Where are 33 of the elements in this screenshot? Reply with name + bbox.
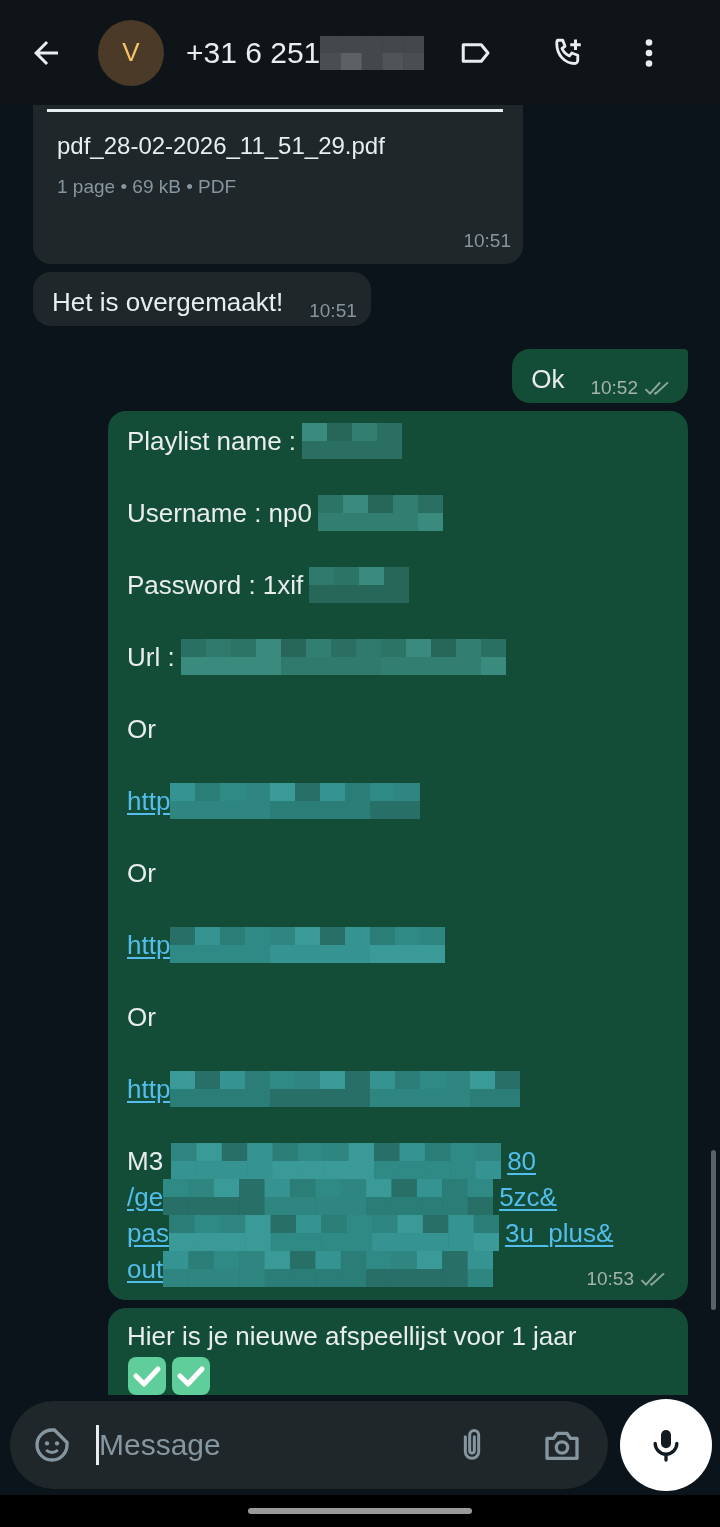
message-text: Url : <box>127 641 175 674</box>
message-text: Ok <box>531 363 565 396</box>
message-time: 10:51 <box>463 230 511 252</box>
check-mark-icon <box>171 1356 211 1395</box>
message-text: Or <box>127 1001 156 1034</box>
message-text: Hier is je nieuwe afspeellijst voor 1 jaar <box>127 1320 578 1353</box>
message-text: M3 <box>127 1145 164 1178</box>
message-text: Password : 1xif <box>127 569 304 602</box>
sticker-icon[interactable] <box>32 1425 72 1465</box>
message-text: Het is overgemaakt! <box>52 286 284 319</box>
message-text: Playlist name : <box>127 425 297 458</box>
message-text: Or <box>127 713 156 746</box>
contact-avatar[interactable]: V <box>98 19 164 86</box>
message-time: 10:53 <box>586 1268 634 1290</box>
contact-name[interactable]: +31 6 251 <box>186 35 321 70</box>
link[interactable]: pas <box>127 1215 169 1251</box>
message-text: Or <box>127 857 156 890</box>
message-time: 10:52 <box>590 377 638 399</box>
link[interactable]: /ge <box>127 1179 164 1215</box>
link[interactable]: out <box>127 1251 164 1287</box>
message-time: 10:51 <box>309 300 357 322</box>
message-field[interactable]: Message <box>10 1401 608 1489</box>
message-text: Username : np0 <box>127 497 312 530</box>
file-details: 1 page • 69 kB • PDF <box>57 176 238 198</box>
link[interactable]: 3u_plus& <box>504 1215 614 1251</box>
check-mark-icon <box>127 1356 167 1395</box>
link[interactable]: http <box>127 1071 171 1107</box>
message-input[interactable]: Message <box>96 1425 452 1465</box>
link[interactable]: 5zc& <box>499 1179 557 1215</box>
link[interactable]: http <box>127 927 171 963</box>
link[interactable]: http <box>127 783 171 819</box>
file-name[interactable]: pdf_28-02-2026_11_51_29.pdf <box>57 132 511 160</box>
link[interactable]: 80 <box>507 1143 537 1179</box>
